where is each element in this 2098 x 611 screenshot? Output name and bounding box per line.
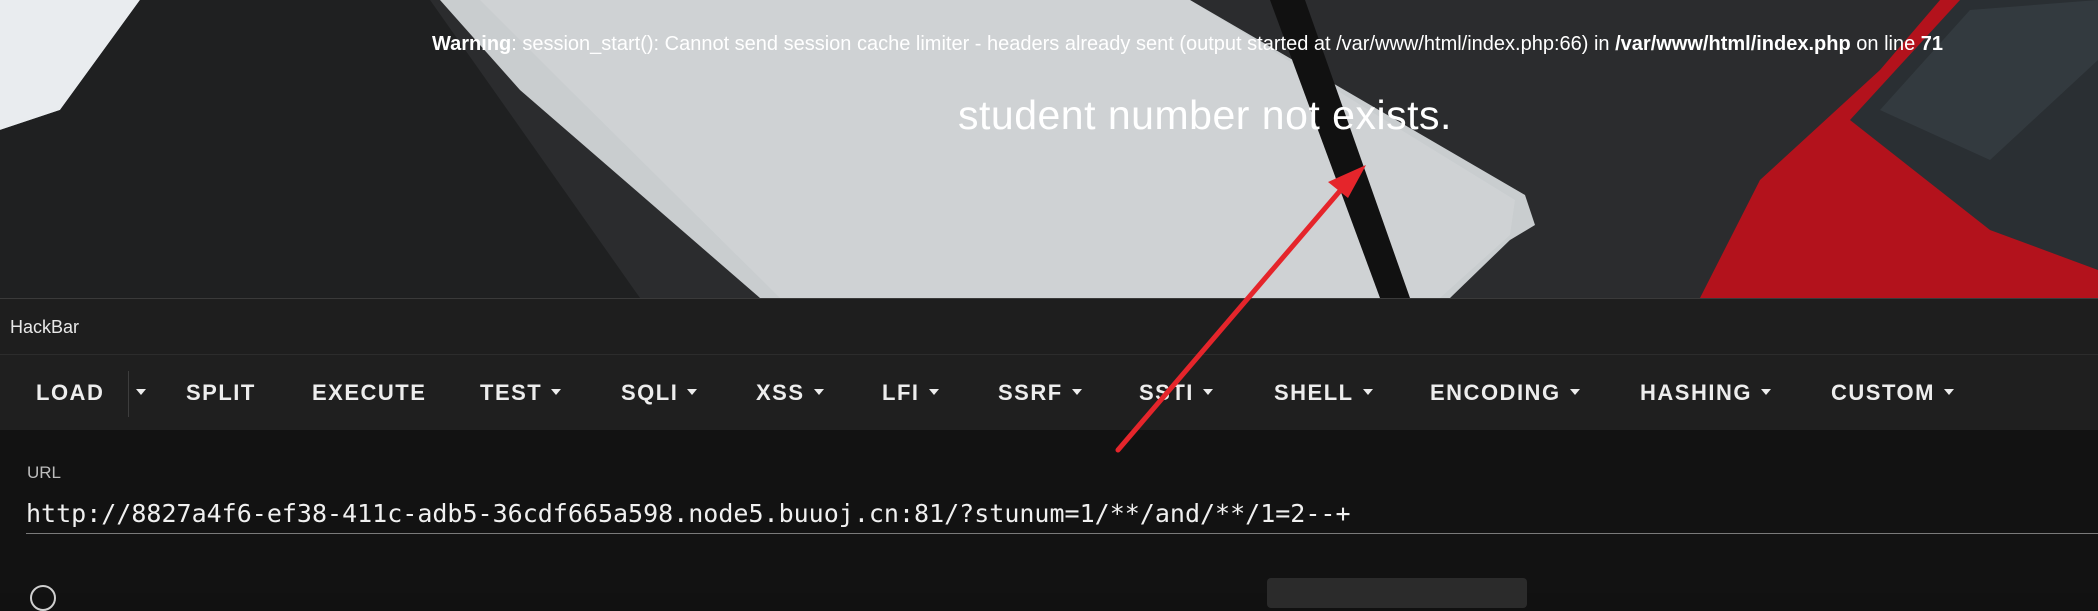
sqli-menu[interactable]: SQLI (621, 355, 698, 430)
warning-path: /var/www/html/index.php (1615, 33, 1851, 55)
chevron-down-icon (1569, 389, 1580, 396)
hashing-menu[interactable]: HASHING (1640, 355, 1771, 430)
lfi-menu[interactable]: LFI (882, 355, 939, 430)
url-input[interactable] (26, 493, 2098, 534)
chevron-down-icon (1202, 389, 1213, 396)
test-menu[interactable]: TEST (480, 355, 562, 430)
execute-button[interactable]: EXECUTE (312, 355, 426, 430)
warning-line-prefix: on line (1850, 33, 1921, 55)
ssrf-menu[interactable]: SSRF (998, 355, 1082, 430)
ssti-menu[interactable]: SSTI (1139, 355, 1213, 430)
split-button[interactable]: SPLIT (186, 355, 256, 430)
custom-menu[interactable]: CUSTOM (1831, 355, 1954, 430)
encoding-menu[interactable]: ENCODING (1430, 355, 1580, 430)
chevron-down-icon (1943, 389, 1954, 396)
result-message: student number not exists. (958, 92, 1452, 138)
load-dropdown-button[interactable] (132, 355, 146, 430)
load-button[interactable]: LOAD (36, 355, 104, 430)
hackbar-panel: HackBar LOAD SPLIT EXECUTE TEST SQLI XSS… (0, 298, 2098, 593)
chevron-down-icon (1362, 389, 1373, 396)
chevron-down-icon (813, 389, 824, 396)
warning-line-number: 71 (1920, 33, 1944, 55)
chevron-down-icon (687, 389, 698, 396)
php-warning: Warning: session_start(): Cannot send se… (432, 33, 1943, 56)
xss-menu[interactable]: XSS (756, 355, 824, 430)
radio-button[interactable] (30, 585, 56, 611)
chevron-down-icon (1071, 389, 1082, 396)
hackbar-toolbar: LOAD SPLIT EXECUTE TEST SQLI XSS LFI SSR… (0, 355, 2098, 430)
toolbar-divider (128, 371, 129, 417)
chevron-down-icon (1760, 389, 1771, 396)
chevron-down-icon (136, 389, 146, 396)
url-label: URL (27, 463, 62, 482)
webpage-viewport: Warning: session_start(): Cannot send se… (0, 0, 2098, 298)
chevron-down-icon (551, 389, 562, 396)
warning-label: Warning (432, 33, 512, 55)
shell-menu[interactable]: SHELL (1274, 355, 1373, 430)
hackbar-title-bar: HackBar (0, 299, 2098, 355)
partial-button[interactable] (1267, 578, 1527, 608)
warning-text: : session_start(): Cannot send session c… (511, 33, 1616, 55)
chevron-down-icon (928, 389, 939, 396)
hackbar-title: HackBar (10, 317, 80, 337)
